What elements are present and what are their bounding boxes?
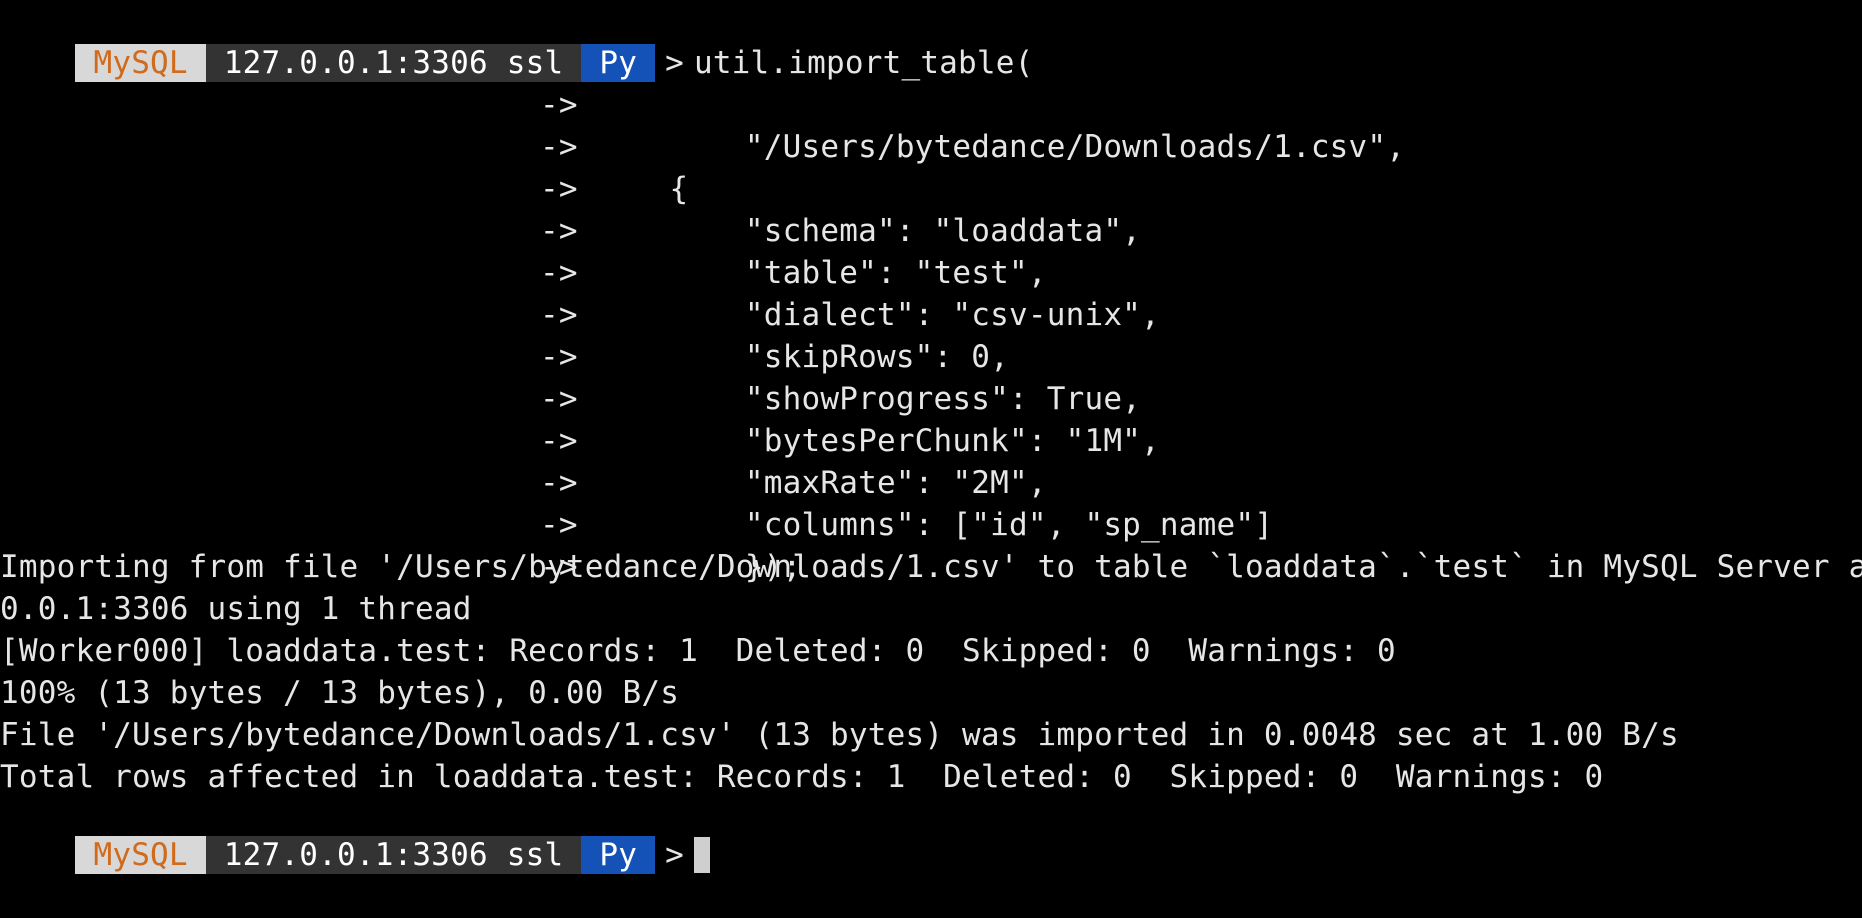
continuation-line: -> "skipRows": 0, — [0, 252, 1862, 375]
prompt-arrow: > — [665, 837, 684, 873]
output-line: [Worker000] loaddata.test: Records: 1 De… — [0, 633, 1396, 669]
continuation-line: -> — [0, 504, 1862, 585]
continuation-line: -> "maxRate": "2M", — [0, 378, 1862, 501]
output-line: 100% (13 bytes / 13 bytes), 0.00 B/s — [0, 675, 680, 711]
continuation-line: -> }); — [0, 462, 1862, 585]
continuation-line: -> "bytesPerChunk": "1M", — [0, 336, 1862, 459]
continuation-line: -> "table": "test", — [0, 168, 1862, 291]
python-mode-badge: Py — [581, 836, 656, 874]
output-line: 0.0.1:3306 using 1 thread — [0, 591, 472, 627]
continuation-line: -> "showProgress": True, — [0, 294, 1862, 417]
output-line: File '/Users/bytedance/Downloads/1.csv' … — [0, 717, 1679, 753]
continuation-line: -> "/Users/bytedance/Downloads/1.csv", — [0, 42, 1862, 165]
continuation-line: -> "schema": "loaddata", — [0, 126, 1862, 249]
text-cursor[interactable] — [693, 837, 710, 873]
prompt-line-2[interactable]: MySQL 127.0.0.1:3306 ssl Py > — [0, 792, 710, 874]
prompt-line-1: MySQL 127.0.0.1:3306 ssl Py > util.import_ta… — [0, 0, 1034, 82]
host-badge: 127.0.0.1:3306 ssl — [205, 836, 582, 874]
continuation-line: -> "dialect": "csv-unix", — [0, 210, 1862, 333]
continuation-line: -> "columns": ["id", "sp_name"] — [0, 420, 1862, 543]
output-line: Importing from file '/Users/bytedance/Do… — [0, 549, 1862, 585]
continuation-line: -> { — [0, 84, 1862, 207]
mysql-mode-badge: MySQL — [75, 836, 206, 874]
